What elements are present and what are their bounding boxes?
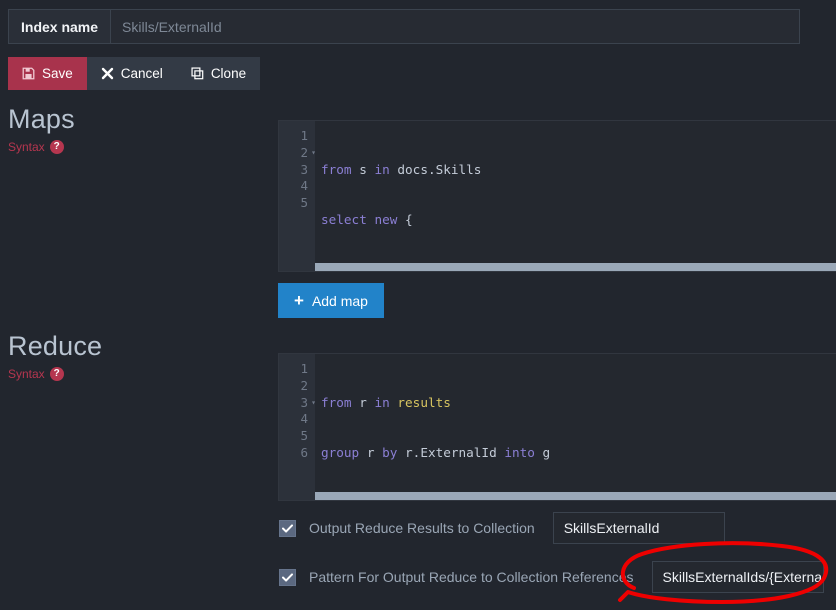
help-icon[interactable]: ? xyxy=(49,367,64,381)
help-icon[interactable]: ? xyxy=(49,140,64,154)
pattern-for-output-reduce-row: Pattern For Output Reduce to Collection … xyxy=(279,561,824,593)
reduce-syntax-label: Syntax xyxy=(8,367,45,381)
plus-icon: + xyxy=(294,291,304,310)
index-edit-page: Index name Skills/ExternalId Save Cancel xyxy=(0,0,836,610)
code-line: from r in results xyxy=(321,394,451,410)
output-reduce-collection-input[interactable]: SkillsExternalId xyxy=(552,512,725,544)
line-number: 5 xyxy=(300,428,308,444)
close-x-icon xyxy=(101,67,114,80)
line-number: 6 xyxy=(300,444,308,460)
maps-editor-horizontal-scrollbar[interactable] xyxy=(315,263,836,271)
pattern-for-output-reduce-checkbox[interactable] xyxy=(279,568,296,586)
maps-editor-code[interactable]: from s in docs.Skills select new { s.Ext… xyxy=(315,121,836,271)
save-button[interactable]: Save xyxy=(8,57,87,90)
reduce-editor-horizontal-scrollbar[interactable] xyxy=(315,492,836,500)
clone-button[interactable]: Clone xyxy=(176,57,261,90)
action-toolbar: Save Cancel Clone xyxy=(8,57,261,90)
maps-editor-gutter: 1 2 3 4 5 xyxy=(279,121,316,271)
index-name-label: Index name xyxy=(9,10,112,43)
cancel-button-label: Cancel xyxy=(120,66,163,81)
add-map-button-label: Add map xyxy=(311,292,368,309)
maps-syntax-link[interactable]: Syntax ? xyxy=(8,140,64,154)
reduce-code-editor[interactable]: 1 2 3 4 5 6 from r in results group r by… xyxy=(278,353,836,501)
maps-section-title: Maps xyxy=(8,104,75,134)
reduce-editor-code[interactable]: from r in results group r by r.ExternalI… xyxy=(315,354,836,500)
clone-button-label: Clone xyxy=(210,66,247,81)
save-button-label: Save xyxy=(42,66,73,81)
cancel-button[interactable]: Cancel xyxy=(86,57,177,90)
line-number: 1 xyxy=(300,361,308,376)
output-reduce-results-checkbox[interactable] xyxy=(279,519,296,537)
line-number: 2 xyxy=(300,377,308,393)
code-line: select new { xyxy=(321,211,413,227)
reduce-editor-gutter: 1 2 3 4 5 6 xyxy=(279,354,316,500)
copy-icon xyxy=(191,67,204,80)
add-map-button[interactable]: + Add map xyxy=(278,283,384,318)
line-number: 4 xyxy=(300,411,308,427)
pattern-for-output-reduce-input[interactable]: SkillsExternalIds/{Externa xyxy=(651,561,824,593)
code-line: group r by r.ExternalId into g xyxy=(321,444,551,460)
maps-syntax-label: Syntax xyxy=(8,140,45,154)
maps-code-editor[interactable]: 1 2 3 4 5 from s in docs.Skills select n… xyxy=(278,120,836,272)
line-number: 1 xyxy=(300,128,308,143)
line-number[interactable]: 2 xyxy=(279,145,316,162)
reduce-section-title: Reduce xyxy=(8,331,103,361)
line-number: 3 xyxy=(300,161,308,177)
save-disk-icon xyxy=(22,67,35,80)
output-reduce-results-label: Output Reduce Results to Collection xyxy=(309,520,535,536)
output-reduce-results-row: Output Reduce Results to Collection Skil… xyxy=(279,512,725,544)
index-name-input[interactable]: Skills/ExternalId xyxy=(111,10,799,43)
line-number[interactable]: 3 xyxy=(279,395,316,412)
line-number: 5 xyxy=(300,195,308,211)
index-name-field-group: Index name Skills/ExternalId xyxy=(8,9,800,44)
pattern-for-output-reduce-label: Pattern For Output Reduce to Collection … xyxy=(309,569,634,585)
code-line: from s in docs.Skills xyxy=(321,161,482,177)
reduce-syntax-link[interactable]: Syntax ? xyxy=(8,367,64,381)
line-number: 4 xyxy=(300,178,308,194)
